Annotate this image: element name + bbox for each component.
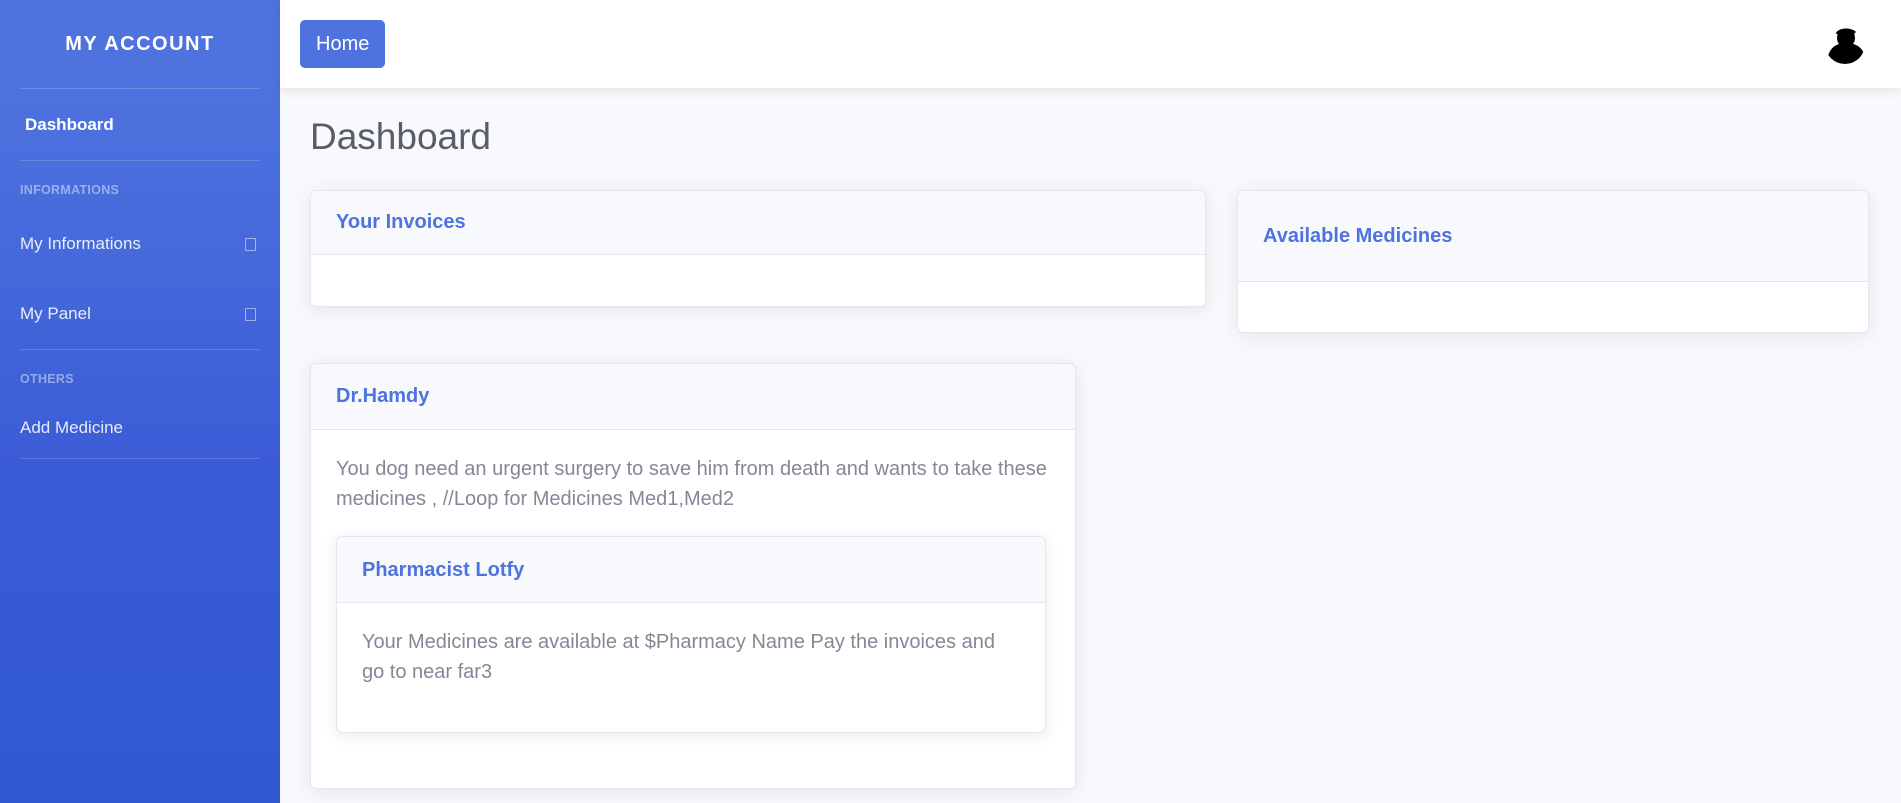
pharmacist-message: Your Medicines are available at $Pharmac… xyxy=(362,631,995,683)
sidebar-item-label: My Panel xyxy=(20,304,91,323)
doctor-card-body: You dog need an urgent surgery to save h… xyxy=(311,430,1075,755)
invoices-card: Your Invoices xyxy=(310,190,1206,307)
available-medicines-card-title: Available Medicines xyxy=(1263,224,1453,247)
sidebar-heading-informations: INFORMATIONS xyxy=(20,183,120,197)
card-header: Available Medicines xyxy=(1238,191,1868,282)
sidebar-item-dashboard[interactable]: Dashboard xyxy=(0,89,280,160)
page-title: Dashboard xyxy=(310,116,492,157)
card-header: Dr.Hamdy xyxy=(311,364,1075,430)
chevron-right-icon xyxy=(245,307,256,321)
pharmacist-card-body: Your Medicines are available at $Pharmac… xyxy=(337,603,1045,711)
pharmacist-card-title: Pharmacist Lotfy xyxy=(362,558,525,581)
card-header: Your Invoices xyxy=(311,191,1205,255)
chevron-right-icon xyxy=(245,237,256,251)
sidebar-item-label: Dashboard xyxy=(25,114,114,134)
sidebar-item-my-informations[interactable]: My Informations xyxy=(0,209,280,279)
invoices-card-title: Your Invoices xyxy=(336,211,466,233)
user-avatar-icon[interactable] xyxy=(1825,24,1865,64)
sidebar-item-label: My Informations xyxy=(20,234,141,253)
doctor-message: You dog need an urgent surgery to save h… xyxy=(336,458,1047,510)
home-button[interactable]: Home xyxy=(300,20,386,68)
sidebar-brand[interactable]: MY ACCOUNT xyxy=(0,0,280,88)
sidebar-item-add-medicine[interactable]: Add Medicine xyxy=(0,398,280,458)
sidebar: MY ACCOUNT Dashboard INFORMATIONS My Inf… xyxy=(0,0,280,803)
pharmacist-card: Pharmacist Lotfy Your Medicines are avai… xyxy=(336,536,1046,733)
doctor-card: Dr.Hamdy You dog need an urgent surgery … xyxy=(310,363,1076,789)
available-medicines-card: Available Medicines xyxy=(1237,190,1869,333)
sidebar-divider xyxy=(20,458,260,459)
card-header: Pharmacist Lotfy xyxy=(337,537,1045,603)
avatar-silhouette xyxy=(1825,24,1865,64)
sidebar-item-label: Add Medicine xyxy=(20,418,124,437)
sidebar-heading-others: OTHERS xyxy=(20,372,74,386)
main-content: Dashboard Your Invoices Available Medici… xyxy=(280,88,1901,803)
sidebar-item-my-panel[interactable]: My Panel xyxy=(0,279,280,349)
doctor-card-title: Dr.Hamdy xyxy=(336,385,430,407)
app: MY ACCOUNT Dashboard INFORMATIONS My Inf… xyxy=(0,0,1901,803)
topbar: Home xyxy=(280,0,1901,88)
